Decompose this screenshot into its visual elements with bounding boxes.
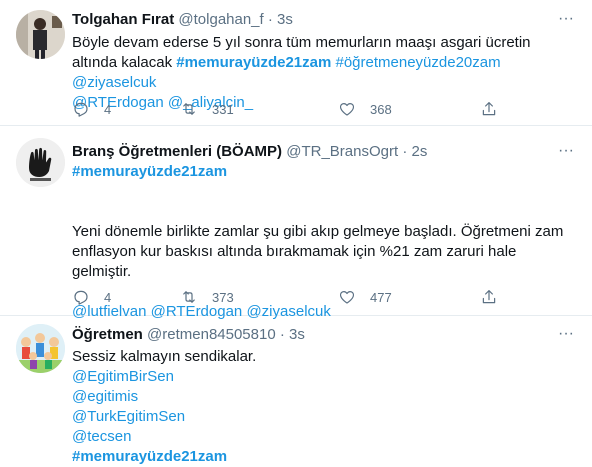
separator-dot: · — [402, 143, 408, 160]
mention-link[interactable]: @ziyaselcuk — [72, 74, 156, 91]
tweet-header: Öğretmen @retmen84505810 · 3s — [72, 325, 305, 345]
timestamp[interactable]: 3s — [277, 11, 293, 28]
author-handle[interactable]: @retmen84505810 — [147, 326, 276, 343]
tweet-header: Tolgahan Fırat @tolgahan_f · 3s — [72, 10, 293, 30]
reply-button[interactable]: 4 — [72, 287, 111, 307]
more-options-icon[interactable]: ··· — [556, 326, 576, 349]
avatar[interactable] — [16, 10, 65, 59]
avatar[interactable] — [16, 324, 65, 373]
reply-icon — [74, 102, 88, 117]
tweet-header: Branş Öğretmenleri (BÖAMP) @TR_BransOgrt… — [72, 142, 427, 162]
avatar-cartoon — [16, 324, 65, 373]
separator-dot: · — [279, 326, 285, 343]
like-button[interactable]: 368 — [338, 99, 392, 119]
like-count: 477 — [370, 289, 392, 305]
mention-link[interactable]: @TurkEgitimSen — [72, 408, 185, 425]
reply-button[interactable]: 4 — [72, 99, 111, 119]
tweet-2[interactable]: Branş Öğretmenleri (BÖAMP) @TR_BransOgrt… — [0, 126, 592, 320]
tweet-actions: 4 331 368 — [72, 99, 502, 119]
retweet-button[interactable]: 373 — [180, 287, 234, 307]
author-handle[interactable]: @tolgahan_f — [178, 11, 263, 28]
tweet-body-line: Yeni dönemle birlikte zamlar şu gibi akı… — [72, 223, 564, 240]
hashtag-link[interactable]: #memurayüzde21zam — [176, 54, 331, 71]
avatar[interactable] — [16, 138, 65, 187]
retweet-button[interactable]: 331 — [180, 99, 234, 119]
timestamp[interactable]: 3s — [289, 326, 305, 343]
reply-icon — [74, 290, 88, 305]
tweet-3[interactable]: Öğretmen @retmen84505810 · 3s ··· Sessiz… — [0, 316, 592, 465]
hashtag-link[interactable]: #memurayüzde21zam — [72, 163, 227, 180]
heart-icon — [339, 291, 355, 304]
mention-link[interactable]: @egitimis — [72, 388, 138, 405]
heart-icon — [339, 103, 355, 116]
avatar-photo — [16, 10, 65, 59]
tweet-text: Sessiz kalmayın sendikalar. @EgitimBirSe… — [72, 347, 572, 467]
author-name[interactable]: Tolgahan Fırat — [72, 11, 174, 28]
retweet-count: 373 — [212, 289, 234, 305]
timestamp[interactable]: 2s — [411, 143, 427, 160]
tweet-body-line: enflasyon kur baskısı altında bırakmamak… — [72, 243, 517, 280]
separator-dot: · — [267, 11, 273, 28]
hashtag-link[interactable]: #memurayüzde21zam — [72, 448, 227, 465]
author-name[interactable]: Öğretmen — [72, 326, 143, 343]
retweet-icon — [183, 103, 195, 115]
share-button[interactable] — [480, 287, 498, 307]
share-icon — [482, 290, 496, 304]
more-options-icon[interactable]: ··· — [556, 11, 576, 34]
retweet-icon — [183, 291, 195, 303]
author-handle[interactable]: @TR_BransOgrt — [286, 143, 398, 160]
mention-link[interactable]: @tecsen — [72, 428, 131, 445]
hashtag-link[interactable]: #öğretmeneyüzde20zam — [336, 54, 501, 71]
reply-count: 4 — [104, 101, 112, 117]
mention-link[interactable]: @EgitimBirSen — [72, 368, 174, 385]
share-icon — [482, 102, 496, 116]
tweet-1[interactable]: Tolgahan Fırat @tolgahan_f · 3s ··· Böyl… — [0, 0, 592, 126]
share-button[interactable] — [480, 99, 498, 119]
author-name[interactable]: Branş Öğretmenleri (BÖAMP) — [72, 143, 282, 160]
avatar-logo — [16, 138, 65, 187]
tweet-actions: 4 373 477 — [72, 287, 502, 307]
reply-count: 4 — [104, 289, 112, 305]
like-button[interactable]: 477 — [338, 287, 392, 307]
like-count: 368 — [370, 101, 392, 117]
tweet-body: Sessiz kalmayın sendikalar. — [72, 348, 257, 365]
retweet-count: 331 — [212, 101, 234, 117]
